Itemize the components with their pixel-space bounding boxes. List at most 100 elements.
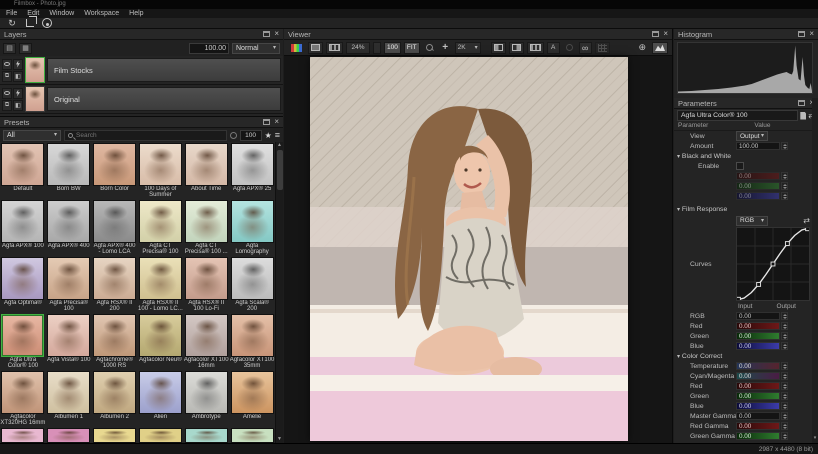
duplicate-icon[interactable]: ⧉ [2,71,12,82]
preset-thumbnail[interactable] [231,200,274,243]
viewer-canvas[interactable] [284,56,672,443]
preset-thumbnail[interactable] [47,428,90,443]
preset-item[interactable]: Born BW [46,143,92,200]
param-value-input[interactable]: 0.00 [736,432,780,440]
param-value-input[interactable]: 0.00 [736,342,780,350]
layer-row[interactable]: ⧉◧Original [0,85,283,114]
value-spinner[interactable] [781,392,788,400]
reset-curve-icon[interactable]: ⇄ [803,217,810,225]
value-spinner[interactable] [781,332,788,340]
param-value-input[interactable]: 0.00 [736,372,780,380]
preset-item[interactable]: Born Color [92,143,138,200]
preset-item[interactable]: Agfacolor XT100 16mm [183,314,229,371]
preset-item[interactable]: Agfa Ultra Color® 100 [0,314,46,371]
preset-thumbnail[interactable] [185,314,228,357]
param-value-input[interactable]: 0.00 [736,312,780,320]
save-preset-icon[interactable] [800,112,806,120]
menu-item-workspace[interactable]: Workspace [80,9,123,18]
preset-thumbnail[interactable] [47,143,90,186]
menu-item-file[interactable]: File [2,9,21,18]
param-value-input[interactable]: 0.00 [736,192,780,200]
close-panel-icon[interactable]: × [663,31,668,37]
preset-thumbnail[interactable] [139,257,182,300]
refresh-icon[interactable]: ↻ [6,19,18,28]
preset-thumbnail[interactable] [47,371,90,414]
crop-icon[interactable] [26,19,34,27]
value-spinner[interactable] [781,422,788,430]
curve-point[interactable] [785,242,789,246]
preset-thumbnail[interactable] [231,143,274,186]
param-value-input[interactable]: 0.00 [736,172,780,180]
scrollbar-thumb[interactable] [277,150,283,190]
preset-item[interactable]: Agfa RSX® II 100 Lo-Fi [183,257,229,314]
scroll-down-icon[interactable]: ▼ [277,437,282,442]
close-panel-icon[interactable]: × [274,31,279,37]
delete-layer-button[interactable]: ▦ [19,43,32,54]
close-panel-icon[interactable]: × [809,31,814,37]
preset-thumbnail[interactable] [139,143,182,186]
value-spinner[interactable] [781,342,788,350]
preset-thumbnail[interactable] [93,371,136,414]
preview-eye-icon[interactable] [42,18,52,28]
duplicate-icon[interactable]: ⧉ [2,100,12,111]
preset-thumbnail[interactable] [185,428,228,443]
preset-item[interactable]: Agfa Optima® [0,257,46,314]
preset-item[interactable]: Agfa Scala® 200 [229,257,275,314]
value-spinner[interactable] [781,382,788,390]
preset-thumbnail[interactable] [139,314,182,357]
fx-icon[interactable] [13,88,23,99]
preset-thumbnail[interactable] [1,200,44,243]
search-input[interactable] [76,132,223,139]
value-spinner[interactable] [781,432,788,440]
zoom-100-button[interactable]: 100 [384,42,401,54]
zoom-level-value[interactable]: 24% [346,42,370,54]
amount-spinner[interactable] [781,142,788,150]
preset-thumbnail[interactable] [93,143,136,186]
circle-overlay-icon[interactable] [563,42,576,54]
preset-item[interactable]: About Time [183,143,229,200]
preset-item[interactable] [137,428,183,443]
preset-item[interactable] [46,428,92,443]
scroll-down-icon[interactable]: ▾ [814,436,817,441]
preset-thumbnail[interactable] [47,314,90,357]
preset-item[interactable]: Agfa APX® 100 [0,200,46,257]
thumbnail-view-icon[interactable] [308,42,323,54]
preset-thumbnail[interactable] [1,428,44,443]
param-value-input[interactable]: 0.00 [736,362,780,370]
param-value-input[interactable]: 0.00 [736,182,780,190]
param-value-input[interactable]: 0.00 [736,382,780,390]
preset-item[interactable]: Agfachrome® 1000 RS [92,314,138,371]
preset-thumbnail[interactable] [93,200,136,243]
preset-item[interactable]: 100 Days of Summer [137,143,183,200]
magnify-icon[interactable] [423,42,436,54]
preset-item[interactable]: Albumen 1 [46,371,92,428]
preset-item[interactable]: Agfa APX® 400 [46,200,92,257]
compare-stripes-icon[interactable] [527,42,544,54]
compare-split-icon[interactable] [509,42,524,54]
preset-item[interactable]: Agfa RSX® II 200 [92,257,138,314]
visibility-icon[interactable] [2,59,12,70]
preset-item[interactable]: Agfa RSX® II 100 - Lomo LC... [137,257,183,314]
preset-category-dropdown[interactable]: All▾ [3,130,61,141]
preset-thumbnail[interactable] [231,371,274,414]
preset-thumbnail[interactable] [185,371,228,414]
thumbnail-size-icon[interactable] [230,132,237,139]
preset-item[interactable]: Amelie [229,371,275,428]
view-dropdown[interactable]: Output▾ [736,131,768,141]
preset-item[interactable]: Default [0,143,46,200]
preset-item[interactable]: Agfa Precisa® 100 [46,257,92,314]
param-value-input[interactable]: 0.00 [736,422,780,430]
menu-item-window[interactable]: Window [45,9,78,18]
preset-item[interactable]: Agfa APX® 25 [229,143,275,200]
layer-opacity-input[interactable]: 100.00 [189,43,229,54]
grid-overlay-icon[interactable] [595,42,610,54]
param-value-input[interactable]: 0.00 [736,332,780,340]
preset-thumbnail[interactable] [231,257,274,300]
preset-item[interactable]: Agfa Lomography [229,200,275,257]
value-spinner[interactable] [781,362,788,370]
preset-thumbnail[interactable] [1,314,44,357]
group-black-and-white[interactable]: ▾ Black and White [674,151,818,161]
param-value-input[interactable]: 0.00 [736,392,780,400]
zoom-lock-checkbox[interactable] [373,42,381,54]
scroll-up-icon[interactable]: ▲ [277,143,282,148]
